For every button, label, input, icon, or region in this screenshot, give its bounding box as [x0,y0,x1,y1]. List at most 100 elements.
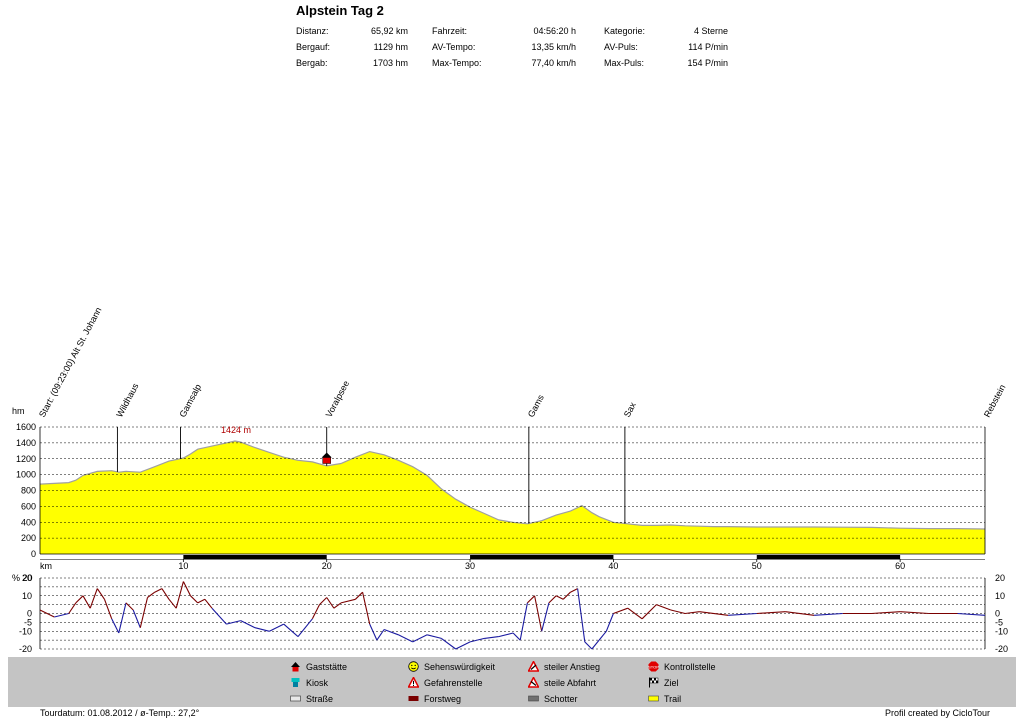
elevation-ytick-label: 1600 [16,422,36,432]
grade-segment [118,602,127,634]
road-icon [290,693,301,704]
grade-segment [111,618,120,634]
grade-segment [577,588,586,642]
km-band-segment [756,555,901,559]
waypoint-label: Start: (09:23:00) Alt St. Johann [37,306,104,419]
grade-ytick-label: -5 [24,617,32,627]
tour-date-footer: Tourdatum: 01.08.2012 / ø-Temp.: 27,2° [40,708,200,718]
elevation-ytick-label: 1000 [16,470,36,480]
legend-item-label: Gefahrenstelle [424,677,483,688]
legend-item: steile Abfahrt [527,675,597,688]
grade-segment [311,604,320,620]
km-band-segment [470,555,614,559]
grade-segment [125,602,134,611]
svg-text:STOP: STOP [648,664,659,669]
grade-segment [455,641,471,650]
waypoint-label: Voralpsee [324,379,352,419]
steep-down-icon [527,675,540,688]
grade-segment [269,623,284,632]
grade-segment [168,598,177,609]
grade-segment [570,588,578,593]
grade-segment [340,598,356,604]
legend-item: Forstweg [408,693,461,704]
grade-segment [591,639,600,650]
grade-segment [139,597,149,628]
forest-road-icon [408,693,419,704]
grade-ytick-label: 0 [27,609,32,619]
smiley-icon [408,661,419,672]
grade-segment [96,588,105,600]
grade-segment [656,604,671,611]
grade-ytick-label: -10 [19,626,32,636]
km-tick-label: 60 [895,561,905,571]
km-tick-label: 50 [752,561,762,571]
waypoint-label: Gamsalp [177,382,203,418]
stop-icon: STOP [648,661,659,672]
legend-item: Trail [648,693,681,704]
elevation-grade-chart: 02004006008001000120014001600hmkm 10 20 30 4… [12,306,1008,654]
waypoint-label: Sax [622,400,638,419]
elevation-ytick-label: 800 [21,486,36,496]
grade-segment [548,595,557,604]
elevation-ytick-label: 400 [21,517,36,527]
grade-segment [326,597,335,609]
legend-item: Schotter [528,693,578,704]
legend-item: Sehenswürdigkeit [408,661,495,672]
grade-segment [103,599,113,619]
gaststaette-marker-icon [322,457,331,464]
grade-segment [383,628,399,636]
km-tick-label: 10 [178,561,188,571]
legend-item-label: Gaststätte [306,661,348,672]
grade-segment [555,595,564,600]
grade-segment [132,609,141,628]
grade-segment [211,607,227,625]
km-band-segment [183,555,327,559]
grade-segment [197,598,206,604]
grade-segment [362,592,371,625]
grade-segment [254,627,270,632]
legend-item-label: steiler Anstieg [544,661,601,672]
grade-segment [154,588,163,593]
grade-segment [54,612,69,618]
grade-segment [89,588,98,609]
grade-segment [699,611,729,616]
grade-ylabel: % 20 [12,573,33,583]
grade-ytick-label: -20 [19,644,32,654]
grade-segment [240,620,256,629]
grade-segment [283,623,299,638]
grade-segment [498,632,514,638]
flag-icon [648,677,659,688]
grade-segment [670,609,686,615]
grade-segment [190,595,199,604]
grade-ytick-label: 10 [22,591,32,601]
gaststaette-roof-icon [321,452,332,458]
legend-item: Straße [290,693,333,704]
gravel-icon [528,693,539,704]
grade-segment [333,602,342,609]
grade-segment [541,602,550,632]
legend-item: steiler Anstieg [527,659,601,672]
grade-segment [527,595,535,604]
grade-ytick-label-right: -20 [995,644,1008,654]
waypoint-label: Rebstein [982,383,1008,419]
grade-segment [412,634,428,643]
grade-segment [297,618,313,637]
legend-item-label: Kiosk [306,677,329,688]
legend-item: Gefahrenstelle [407,675,483,688]
legend-item-label: Sehenswürdigkeit [424,661,496,672]
max-elevation-label: 1424 m [221,425,251,435]
legend-item-label: Trail [664,693,682,704]
waypoint-label: Wildhaus [114,381,140,419]
grade-ytick-label-right: -10 [995,626,1008,636]
grade-segment [641,604,657,620]
legend-item-label: Schotter [544,693,578,704]
legend-item-label: Forstweg [424,693,462,704]
grade-ytick-label-right: 20 [995,573,1005,583]
elevation-ytick-label: 1400 [16,438,36,448]
grade-segment [204,598,213,609]
legend-item-label: steile Abfahrt [544,677,597,688]
elevation-ytick-label: 0 [31,549,36,559]
grade-ytick-label-right: -5 [995,617,1003,627]
steep-up-icon [527,659,540,672]
grade-segment [175,581,184,609]
